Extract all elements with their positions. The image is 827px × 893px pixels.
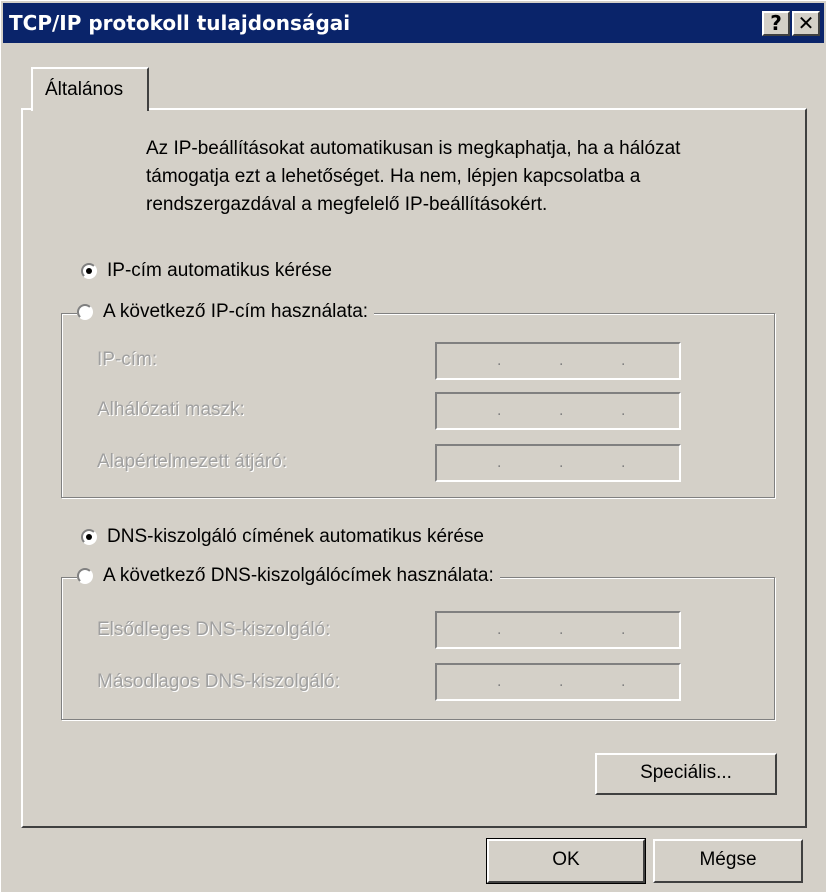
alternate-dns-label: Másodlagos DNS-kiszolgáló:: [97, 671, 340, 692]
default-gateway-label: Alapértelmezett átjáró:: [97, 451, 288, 472]
preferred-dns-label: Elsődleges DNS-kiszolgáló:: [97, 619, 331, 640]
radio-unchecked-icon: [77, 304, 93, 320]
tab-general[interactable]: Általános: [31, 67, 149, 111]
ip-auto-label: IP-cím automatikus kérése: [107, 260, 332, 281]
dialog-window: TCP/IP protokoll tulajdonságai ? ✕ Által…: [0, 0, 827, 893]
ip-auto-radio[interactable]: IP-cím automatikus kérése: [81, 260, 332, 282]
dns-auto-label: DNS-kiszolgáló címének automatikus kérés…: [107, 526, 484, 547]
intro-text: Az IP-beállításokat automatikusan is meg…: [146, 138, 681, 215]
ok-button-label: OK: [552, 849, 580, 870]
advanced-button[interactable]: Speciális...: [595, 753, 777, 795]
dns-manual-label: A következő DNS-kiszolgálócímek használa…: [103, 565, 494, 586]
radio-unchecked-icon: [77, 568, 93, 584]
advanced-button-label: Speciális...: [640, 762, 732, 783]
close-button[interactable]: ✕: [792, 11, 820, 36]
radio-checked-icon: [81, 529, 97, 545]
ip-manual-label: A következő IP-cím használata:: [103, 301, 369, 322]
help-button[interactable]: ?: [762, 11, 790, 36]
title-bar[interactable]: TCP/IP protokoll tulajdonságai ? ✕: [3, 3, 824, 43]
subnet-mask-label: Alhálózati maszk:: [97, 399, 245, 420]
subnet-mask-field: ...: [435, 392, 681, 430]
ip-address-field: ...: [435, 342, 681, 380]
ip-manual-radio[interactable]: A következő IP-cím használata:: [77, 301, 375, 323]
tab-general-label: Általános: [45, 79, 124, 100]
ok-button[interactable]: OK: [486, 838, 646, 884]
ip-address-label: IP-cím:: [97, 349, 158, 370]
dns-manual-radio[interactable]: A következő DNS-kiszolgálócímek használa…: [77, 565, 500, 587]
alternate-dns-field: ...: [435, 663, 681, 701]
default-gateway-field: ...: [435, 444, 681, 482]
radio-checked-icon: [81, 263, 97, 279]
window-title: TCP/IP protokoll tulajdonságai: [9, 11, 351, 35]
cancel-button-label: Mégse: [699, 849, 757, 870]
dns-auto-radio[interactable]: DNS-kiszolgáló címének automatikus kérés…: [81, 526, 484, 548]
preferred-dns-field: ...: [435, 611, 681, 649]
cancel-button[interactable]: Mégse: [653, 839, 803, 883]
